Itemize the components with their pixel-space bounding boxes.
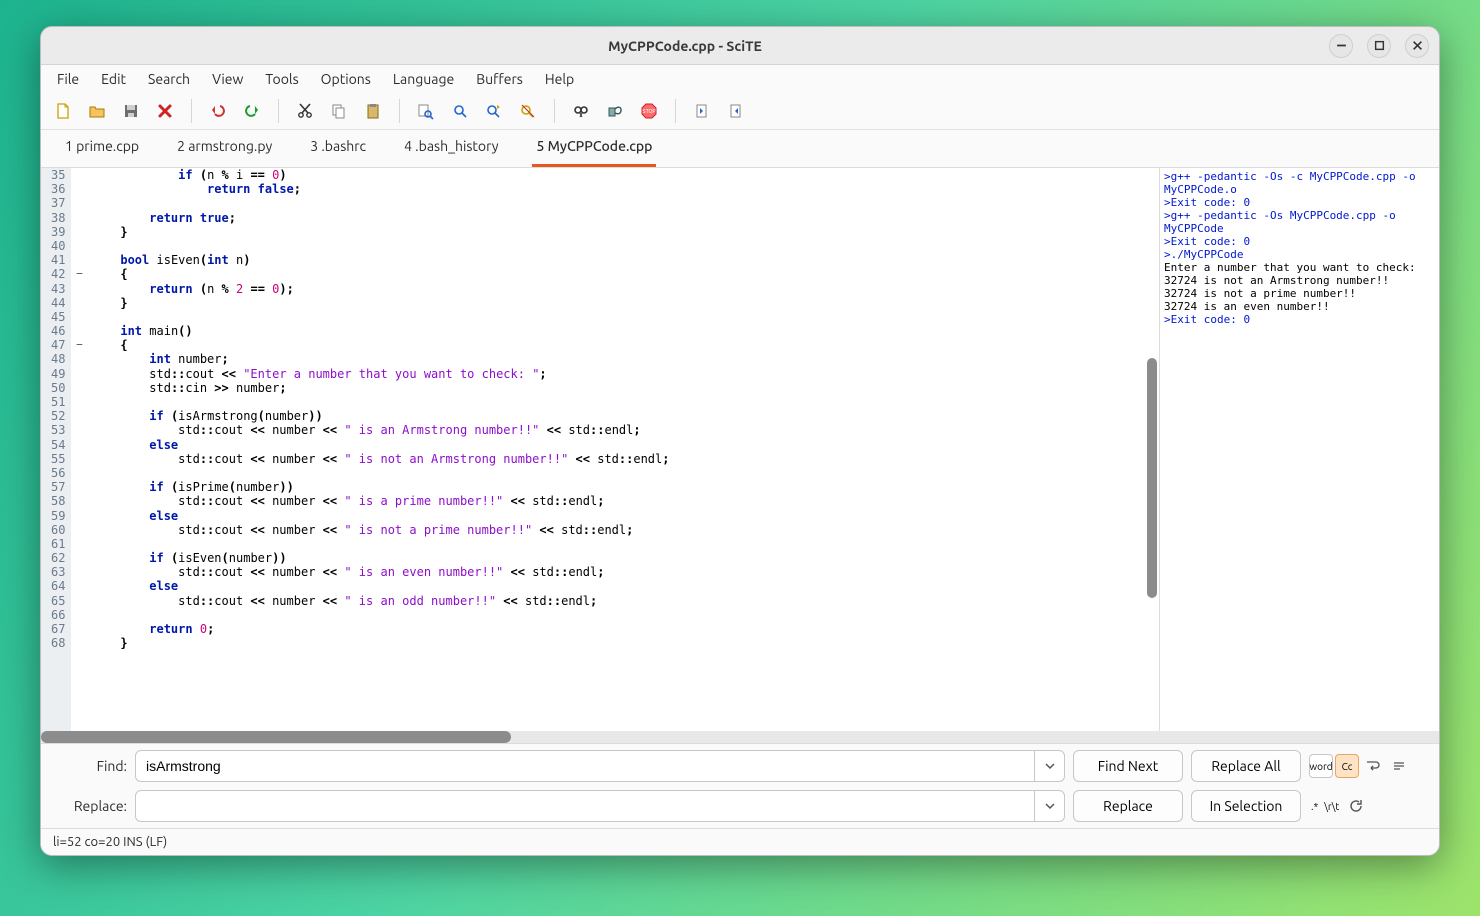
new-file-icon[interactable]	[49, 97, 77, 125]
output-line: >Exit code: 0	[1164, 313, 1435, 326]
option-regex[interactable]: .*	[1309, 794, 1320, 818]
cut-icon[interactable]	[291, 97, 319, 125]
menubar: File Edit Search View Tools Options Language Bu…	[41, 65, 1439, 93]
fold-column[interactable]: −−	[71, 168, 87, 731]
find-input-combo	[135, 750, 1065, 782]
option-wrap-icon[interactable]	[1361, 754, 1385, 778]
menu-buffers[interactable]: Buffers	[474, 69, 525, 89]
close-icon[interactable]	[151, 97, 179, 125]
maximize-button[interactable]	[1367, 34, 1391, 58]
replace-input-combo	[135, 790, 1065, 822]
replace-icon[interactable]	[480, 97, 508, 125]
redo-icon[interactable]	[238, 97, 266, 125]
tab-3-.bashrc[interactable]: 3 .bashrc	[306, 130, 370, 167]
stop-icon[interactable]: STOP	[635, 97, 663, 125]
menu-options[interactable]: Options	[319, 69, 373, 89]
option-escape[interactable]: \r\t	[1322, 794, 1341, 818]
horizontal-scrollbar[interactable]	[41, 731, 1439, 743]
toolbar: STOP	[41, 93, 1439, 130]
menu-edit[interactable]: Edit	[99, 69, 128, 89]
copy-icon[interactable]	[325, 97, 353, 125]
option-up-icon[interactable]	[1387, 754, 1411, 778]
find-icon[interactable]	[412, 97, 440, 125]
compile-icon[interactable]	[567, 97, 595, 125]
tab-1-prime.cpp[interactable]: 1 prime.cpp	[61, 130, 143, 167]
option-around-icon[interactable]	[1343, 794, 1367, 818]
app-window: MyCPPCode.cpp - SciTE File Edit Search View…	[40, 26, 1440, 856]
prev-file-icon[interactable]	[688, 97, 716, 125]
output-line: Enter a number that you want to check: 3…	[1164, 261, 1435, 287]
output-line: >Exit code: 0	[1164, 235, 1435, 248]
replace-all-button[interactable]: Replace All	[1191, 750, 1301, 782]
minimize-button[interactable]	[1329, 34, 1353, 58]
in-selection-button[interactable]: In Selection	[1191, 790, 1301, 822]
tab-5-mycppcode.cpp[interactable]: 5 MyCPPCode.cpp	[532, 130, 656, 167]
output-line: >Exit code: 0	[1164, 196, 1435, 209]
save-icon[interactable]	[117, 97, 145, 125]
window-title: MyCPPCode.cpp - SciTE	[41, 38, 1329, 54]
menu-view[interactable]: View	[210, 69, 245, 89]
find-input[interactable]	[136, 751, 1034, 781]
menu-help[interactable]: Help	[543, 69, 576, 89]
replace-button[interactable]: Replace	[1073, 790, 1183, 822]
tab-4-.bash_history[interactable]: 4 .bash_history	[400, 130, 502, 167]
find-history-dropdown[interactable]	[1034, 751, 1064, 781]
output-line: 32724 is an even number!!	[1164, 300, 1435, 313]
replace-history-dropdown[interactable]	[1034, 791, 1064, 821]
undo-icon[interactable]	[204, 97, 232, 125]
build-icon[interactable]	[601, 97, 629, 125]
option-whole-word[interactable]: word	[1309, 754, 1333, 778]
statusbar: li=52 co=20 INS (LF)	[41, 828, 1439, 855]
menu-language[interactable]: Language	[391, 69, 456, 89]
menu-file[interactable]: File	[55, 69, 81, 89]
vertical-scrollbar[interactable]	[1147, 358, 1157, 598]
close-button[interactable]	[1405, 34, 1429, 58]
svg-text:STOP: STOP	[642, 109, 656, 115]
horizontal-scroll-thumb[interactable]	[41, 731, 511, 743]
find-replace-bar: Find: Find Next Replace All word Cc Repl…	[41, 743, 1439, 828]
output-line: >g++ -pedantic -Os MyCPPCode.cpp -o MyCP…	[1164, 209, 1435, 235]
open-file-icon[interactable]	[83, 97, 111, 125]
paste-icon[interactable]	[359, 97, 387, 125]
editor[interactable]: 3536373839404142434445464748495051525354…	[41, 168, 1159, 731]
output-line: 32724 is not a prime number!!	[1164, 287, 1435, 300]
line-number-gutter: 3536373839404142434445464748495051525354…	[41, 168, 71, 731]
tabbar: 1 prime.cpp 2 armstrong.py 3 .bashrc 4 .bas…	[41, 130, 1439, 168]
output-pane[interactable]: >g++ -pedantic -Os -c MyCPPCode.cpp -o M…	[1159, 168, 1439, 731]
findnext-icon[interactable]	[446, 97, 474, 125]
find-next-button[interactable]: Find Next	[1073, 750, 1183, 782]
next-file-icon[interactable]	[722, 97, 750, 125]
replace-all-icon[interactable]	[514, 97, 542, 125]
replace-input[interactable]	[136, 791, 1034, 821]
titlebar: MyCPPCode.cpp - SciTE	[41, 27, 1439, 65]
tab-2-armstrong.py[interactable]: 2 armstrong.py	[173, 130, 276, 167]
output-line: >g++ -pedantic -Os -c MyCPPCode.cpp -o M…	[1164, 170, 1435, 196]
replace-label: Replace:	[51, 798, 127, 814]
menu-tools[interactable]: Tools	[263, 69, 300, 89]
code-area[interactable]: if (n % i == 0) return false; return tru…	[87, 168, 669, 731]
find-label: Find:	[51, 758, 127, 774]
option-case-sensitive[interactable]: Cc	[1335, 754, 1359, 778]
output-line: >./MyCPPCode	[1164, 248, 1435, 261]
menu-search[interactable]: Search	[146, 69, 192, 89]
